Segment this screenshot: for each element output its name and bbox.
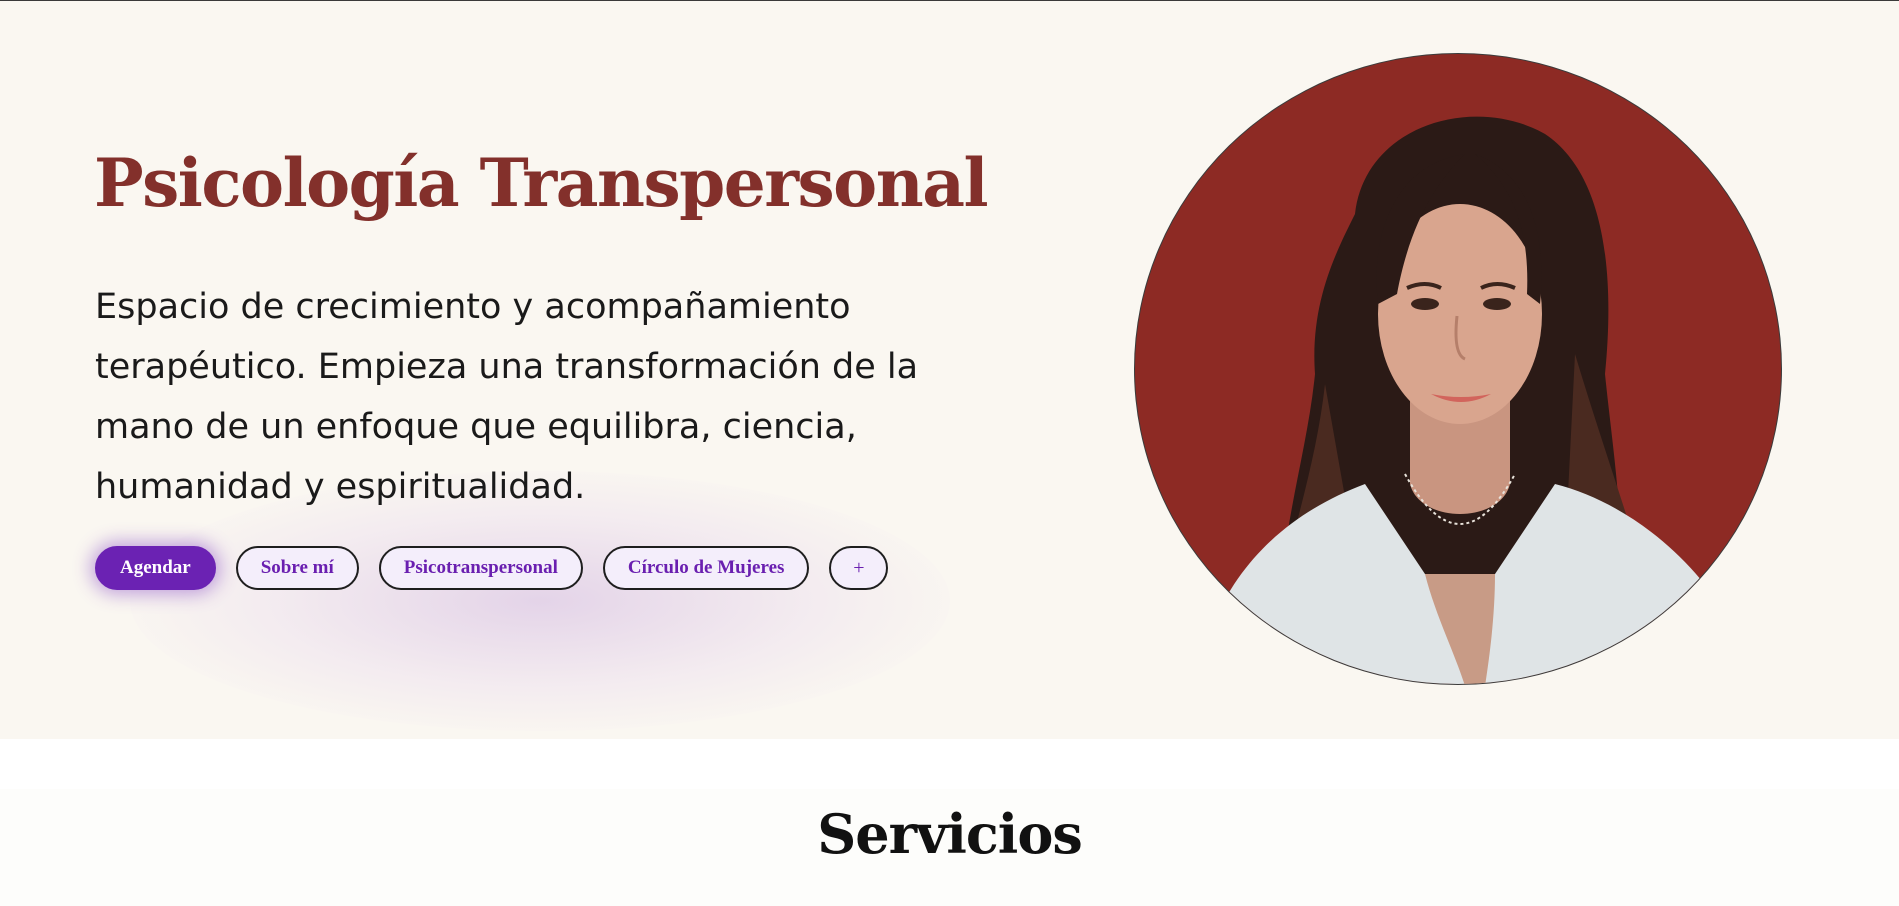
hero-button-group: Agendar Sobre mí Psicotranspersonal Círc… <box>95 546 889 590</box>
agendar-button[interactable]: Agendar <box>95 546 216 590</box>
hero-section: Psicología Transpersonal Espacio de crec… <box>0 1 1899 739</box>
services-heading: Servicios <box>817 802 1083 866</box>
sobre-mi-button[interactable]: Sobre mí <box>235 546 359 590</box>
section-spacer <box>0 739 1899 789</box>
page-title: Psicología Transpersonal <box>94 144 989 222</box>
psicotranspersonal-button[interactable]: Psicotranspersonal <box>378 546 583 590</box>
more-button[interactable]: + <box>829 546 889 590</box>
circulo-de-mujeres-button[interactable]: Círculo de Mujeres <box>602 546 810 590</box>
profile-photo <box>1134 53 1782 685</box>
services-section: Servicios <box>0 789 1899 906</box>
hero-description: Espacio de crecimiento y acompañamiento … <box>95 287 919 507</box>
portrait-illustration <box>1195 116 1755 684</box>
